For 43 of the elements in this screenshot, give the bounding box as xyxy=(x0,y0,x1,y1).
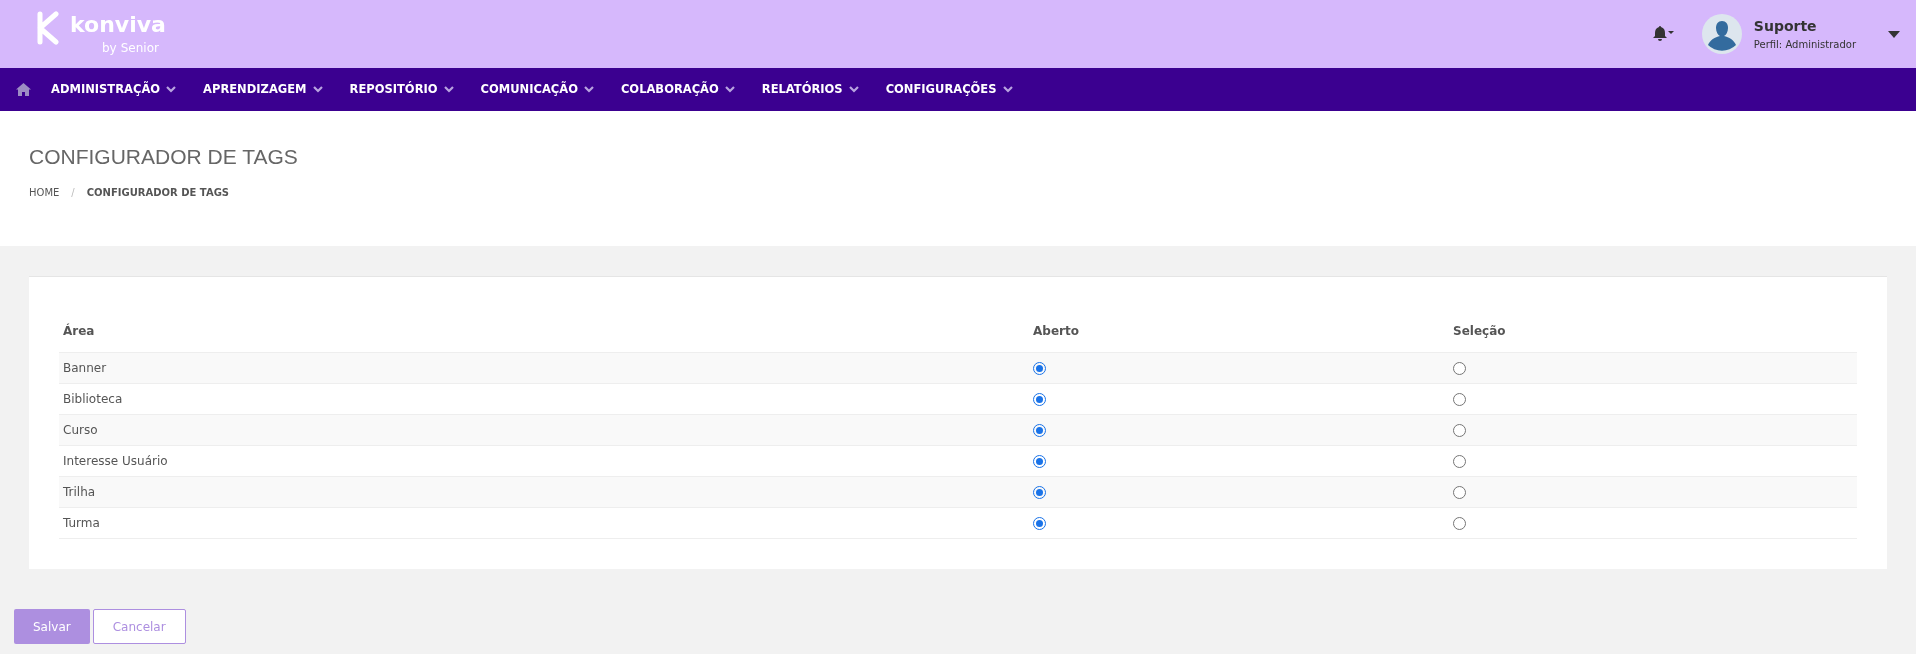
chevron-down-icon xyxy=(848,86,859,93)
chevron-down-icon xyxy=(443,86,454,93)
radio-button[interactable] xyxy=(1453,485,1466,499)
nav-menu-item[interactable]: ADMINISTRAÇÃO xyxy=(51,80,177,99)
brand-text: Senior xyxy=(120,39,159,57)
table-cell-text: Turma xyxy=(62,515,101,532)
table-cell-text: Curso xyxy=(62,422,99,439)
notification-bell-button[interactable] xyxy=(1651,26,1674,42)
table-cell-text: Banner xyxy=(62,360,108,377)
nav-menu-item[interactable]: COLABORAÇÃO xyxy=(620,80,735,99)
nav-menu-item[interactable]: REPOSITÓRIO xyxy=(349,80,454,99)
user-name: Suporte xyxy=(1753,17,1818,36)
chevron-down-icon xyxy=(1002,86,1013,93)
column-header: Aberto xyxy=(1032,323,1080,340)
nav-menu-item[interactable]: COMUNICAÇÃO xyxy=(480,80,594,99)
nav-menu-item[interactable]: RELATÓRIOS xyxy=(761,80,859,99)
radio-button[interactable] xyxy=(1453,454,1466,468)
chevron-down-icon xyxy=(166,86,177,93)
table-cell-text: Biblioteca xyxy=(62,391,124,408)
column-header: Área xyxy=(62,322,96,340)
chevron-down-icon xyxy=(312,86,323,93)
nav-menu-item[interactable]: APRENDIZAGEM xyxy=(203,80,323,99)
page-title: CONFIGURADOR DE TAGS xyxy=(29,144,299,170)
chevron-down-icon xyxy=(724,86,735,93)
table-cell-text: Trilha xyxy=(62,484,97,501)
user-profile: Perfil: Administrador xyxy=(1753,38,1856,52)
logo-text: konviva xyxy=(70,11,166,39)
nav-menu-item[interactable]: CONFIGURAÇÕES xyxy=(885,80,1013,99)
home-icon[interactable] xyxy=(16,83,31,96)
table-cell-text: Interesse Usuário xyxy=(62,453,169,470)
radio-button[interactable] xyxy=(1453,392,1466,406)
radio-button[interactable] xyxy=(1453,516,1466,530)
logo-byline: by xyxy=(102,39,117,57)
breadcrumb-link[interactable]: HOME xyxy=(29,184,60,200)
caret-down-icon[interactable] xyxy=(1888,30,1900,38)
breadcrumb-current: CONFIGURADOR DE TAGS xyxy=(86,185,230,200)
breadcrumb-separator: / xyxy=(71,185,75,200)
radio-button[interactable] xyxy=(1453,423,1466,437)
radio-button[interactable] xyxy=(1453,361,1466,375)
avatar-silhouette-icon xyxy=(1701,14,1742,54)
column-header: Seleção xyxy=(1452,323,1507,340)
bell-icon xyxy=(1651,26,1674,42)
chevron-down-icon xyxy=(583,86,594,93)
